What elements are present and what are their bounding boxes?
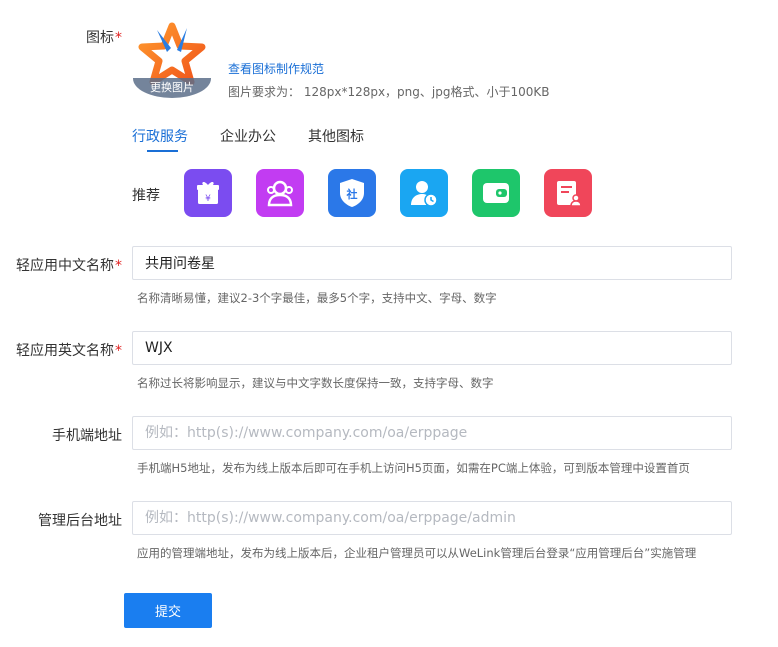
- mobile-url-hint: 手机端H5地址，发布为线上版本后即可在手机上访问H5页面，如需在PC端上体验，可…: [137, 461, 690, 475]
- en-name-input[interactable]: [132, 331, 732, 365]
- tab-office[interactable]: 企业办公: [220, 126, 276, 146]
- active-tab-underline: [147, 150, 178, 152]
- admin-url-input[interactable]: [132, 501, 732, 535]
- tab-admin-service[interactable]: 行政服务: [132, 126, 188, 146]
- svg-text:社: 社: [346, 187, 358, 201]
- form-user-icon[interactable]: [544, 169, 592, 217]
- mobile-url-input[interactable]: [132, 416, 732, 450]
- tab-other-icons[interactable]: 其他图标: [308, 126, 364, 146]
- users-group-icon[interactable]: [256, 169, 304, 217]
- submit-button[interactable]: 提交: [124, 593, 212, 628]
- recommend-label: 推荐: [132, 188, 160, 204]
- icon-field-label: 图标*: [86, 30, 122, 46]
- icon-requirement-text: 图片要求为： 128px*128px，png、jpg格式、小于100KB: [228, 85, 550, 99]
- svg-text:¥: ¥: [205, 194, 211, 204]
- icon-spec-link[interactable]: 查看图标制作规范: [228, 60, 324, 77]
- icon-upload[interactable]: 更换图片: [133, 20, 211, 98]
- mobile-url-label: 手机端地址: [52, 428, 122, 444]
- gift-money-icon[interactable]: ¥: [184, 169, 232, 217]
- user-clock-icon[interactable]: [400, 169, 448, 217]
- admin-url-hint: 应用的管理端地址，发布为线上版本后，企业租户管理员可以从WeLink管理后台登录…: [137, 546, 697, 560]
- cn-name-label: 轻应用中文名称*: [16, 258, 122, 274]
- cn-name-input[interactable]: [132, 246, 732, 280]
- star-logo-icon: [138, 22, 206, 86]
- wallet-icon[interactable]: [472, 169, 520, 217]
- change-image-button[interactable]: 更换图片: [133, 78, 211, 98]
- cn-name-hint: 名称清晰易懂，建议2-3个字最佳，最多5个字，支持中文、字母、数字: [137, 291, 497, 305]
- social-shield-icon[interactable]: 社: [328, 169, 376, 217]
- en-name-label: 轻应用英文名称*: [16, 343, 122, 359]
- admin-url-label: 管理后台地址: [38, 513, 122, 529]
- en-name-hint: 名称过长将影响显示，建议与中文字数长度保持一致，支持字母、数字: [137, 376, 494, 390]
